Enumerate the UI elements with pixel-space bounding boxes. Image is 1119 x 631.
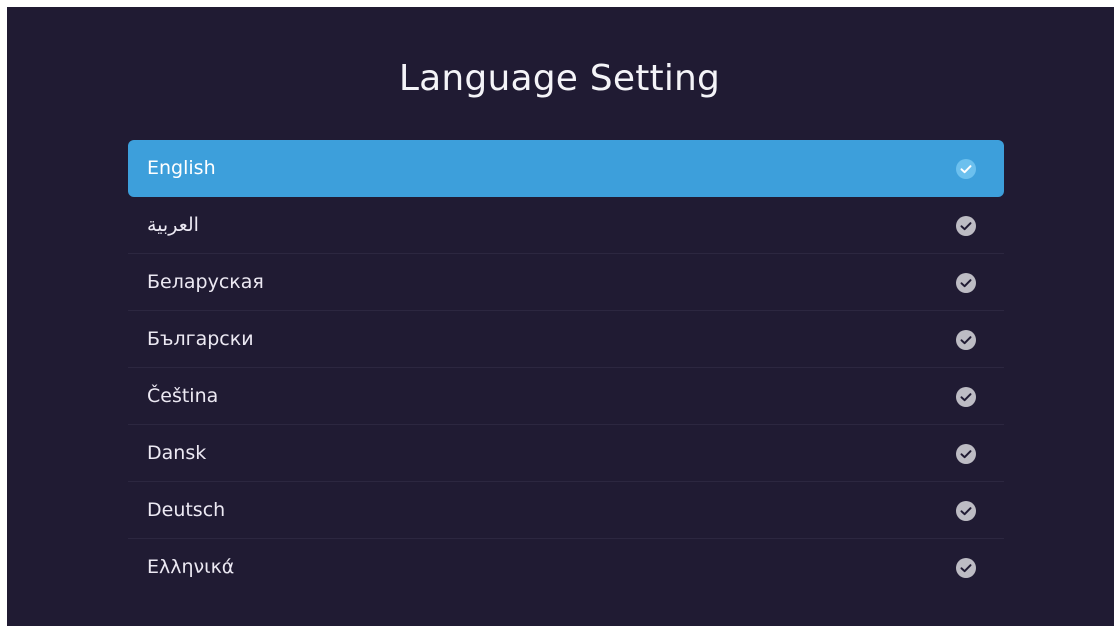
- language-item-danish[interactable]: Dansk: [128, 425, 1004, 482]
- language-label: Deutsch: [147, 499, 226, 521]
- language-item-belarusian[interactable]: Беларуская: [128, 254, 1004, 311]
- language-label: Dansk: [147, 442, 207, 464]
- language-item-german[interactable]: Deutsch: [128, 482, 1004, 539]
- page-title: Language Setting: [398, 58, 721, 99]
- language-item-greek[interactable]: Ελληνικά: [128, 539, 1004, 596]
- check-circle-icon: [956, 273, 976, 293]
- check-circle-icon: [956, 501, 976, 521]
- language-label: Čeština: [147, 385, 219, 407]
- language-item-arabic[interactable]: العربية: [128, 197, 1004, 254]
- language-label: Беларуская: [147, 271, 264, 293]
- language-item-czech[interactable]: Čeština: [128, 368, 1004, 425]
- check-circle-icon: [956, 216, 976, 236]
- check-circle-icon: [956, 558, 976, 578]
- language-label: العربية: [147, 214, 199, 236]
- check-circle-icon: [956, 387, 976, 407]
- check-circle-icon: [956, 330, 976, 350]
- check-circle-icon: [956, 159, 976, 179]
- language-item-bulgarian[interactable]: Български: [128, 311, 1004, 368]
- language-label: Ελληνικά: [147, 556, 235, 578]
- language-list: English العربية Беларуская Български Češ…: [128, 140, 1004, 596]
- tv-screen: Language Setting English العربية Беларус…: [7, 7, 1114, 626]
- check-circle-icon: [956, 444, 976, 464]
- language-label: Български: [147, 328, 254, 350]
- language-label: English: [147, 157, 216, 179]
- language-item-english[interactable]: English: [128, 140, 1004, 197]
